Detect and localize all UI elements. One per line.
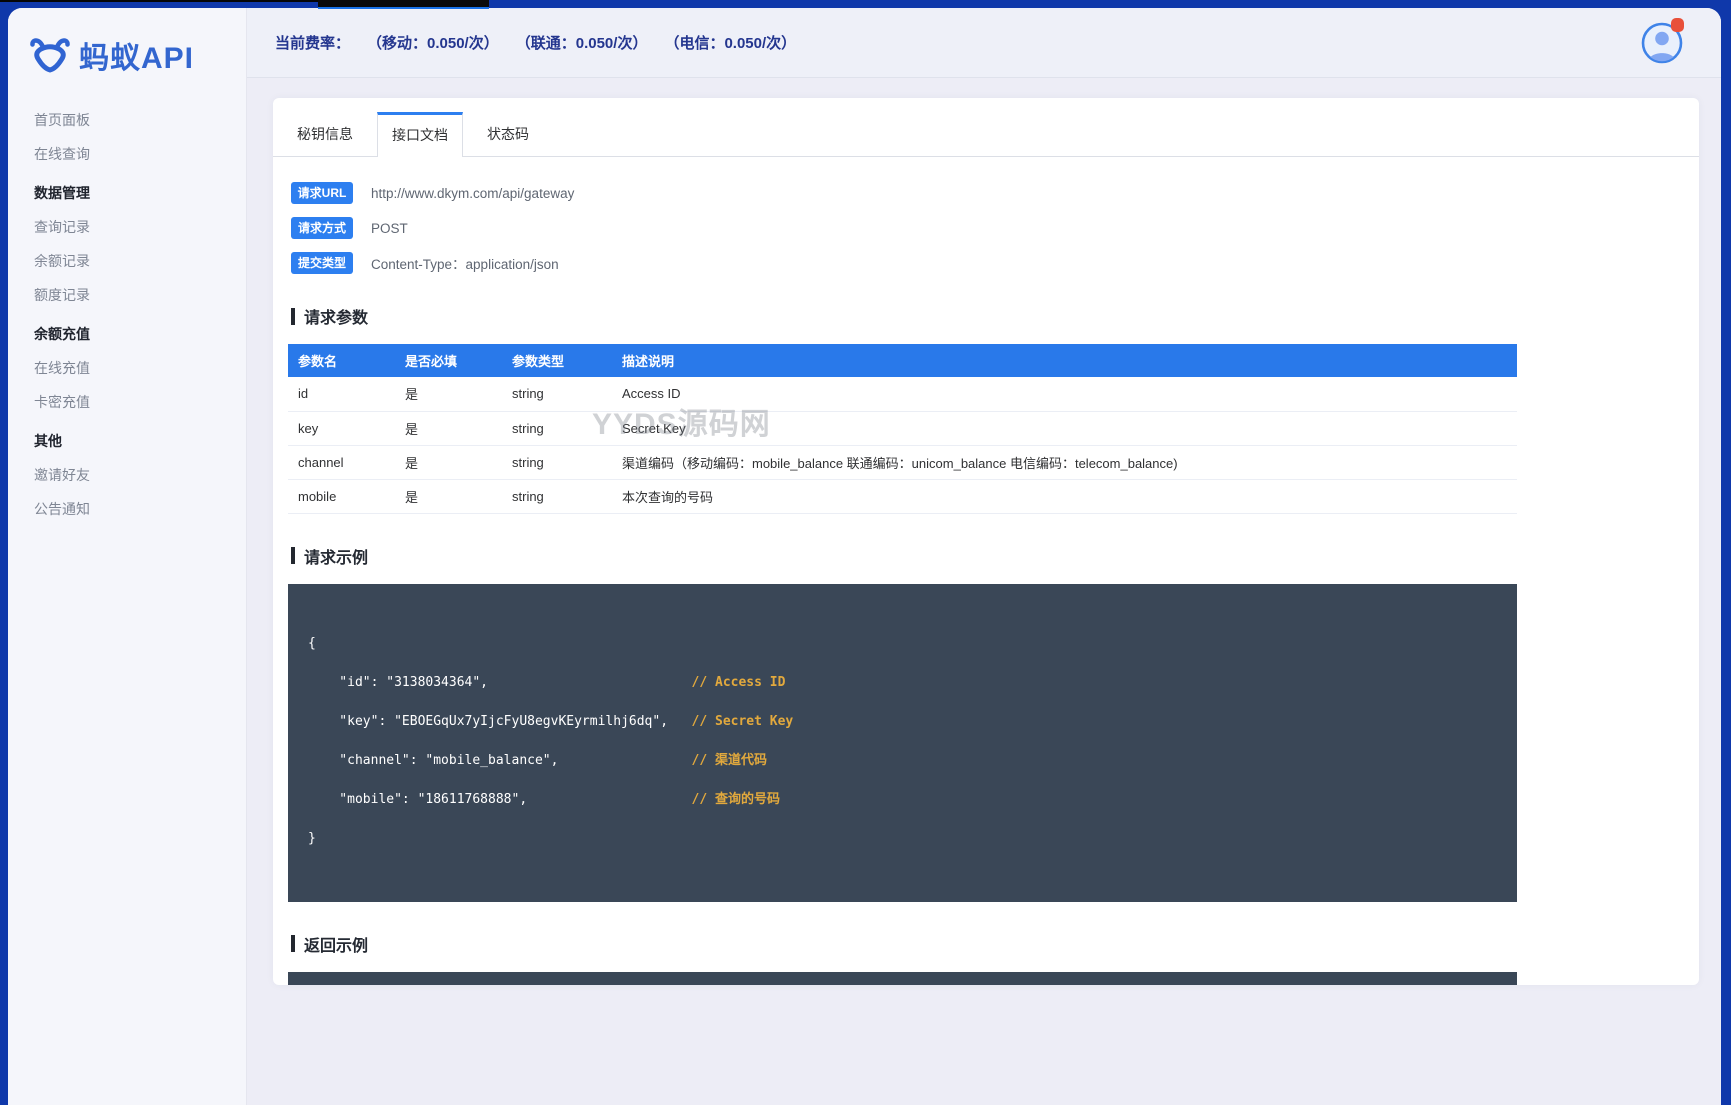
sidebar-item-announcements[interactable]: 公告通知 [8,492,246,526]
cell-description: Access ID [612,377,1517,412]
rate-telecom: （电信：0.050/次） [664,35,797,52]
tab-secret-info[interactable]: 秘钥信息 [273,112,377,157]
request-params-title-text: 请求参数 [304,310,369,327]
cell-required: 是 [395,479,502,514]
table-row: channel 是 string 渠道编码（移动编码：mobile_balanc… [288,445,1517,480]
response-example-title-text: 返回示例 [304,937,369,955]
sidebar-item-card-recharge[interactable]: 卡密充值 [8,385,246,419]
sidebar-nav: 首页面板 在线查询 数据管理 查询记录 余额记录 额度记录 余额充值 在线充值 … [8,103,246,526]
params-table: 参数名 是否必填 参数类型 描述说明 id 是 string Access ID… [288,344,1517,514]
cell-param-name: id [288,377,395,412]
request-url-row: 请求URL http://www.dkym.com/api/gateway [291,182,1679,204]
request-params-title: 请求参数 [291,304,1679,328]
request-example-title: 请求示例 [291,544,1679,568]
app-logo[interactable]: 蚂蚁API [8,8,246,103]
api-doc-panel: 请求URL http://www.dkym.com/api/gateway 请求… [273,157,1699,985]
cell-description: 本次查询的号码 [612,479,1517,514]
cell-param-type: string [502,411,612,446]
app-panel: 蚂蚁API 首页面板 在线查询 数据管理 查询记录 余额记录 额度记录 余额充值… [8,8,1721,1105]
topbar: 当前费率： （移动：0.050/次） （联通：0.050/次） （电信：0.05… [247,8,1721,78]
cell-required: 是 [395,377,502,412]
col-param-type: 参数类型 [502,344,612,377]
tab-bar: 秘钥信息 接口文档 状态码 [273,98,1699,157]
request-method-value: POST [371,220,408,236]
current-rates: 当前费率： （移动：0.050/次） （联通：0.050/次） （电信：0.05… [275,32,796,53]
app-title: 蚂蚁API [79,42,195,75]
notification-dot-icon [1671,17,1684,32]
ant-icon [30,36,70,74]
table-row: mobile 是 string 本次查询的号码 [288,479,1517,514]
cell-param-name: key [288,411,395,446]
screenshot-artifact-tab [318,0,489,7]
col-required: 是否必填 [395,344,502,377]
request-method-tag: 请求方式 [291,217,353,239]
content-area: 秘钥信息 接口文档 状态码 请求URL http://www.dkym.com/… [247,78,1721,1105]
request-url-tag: 请求URL [291,182,353,204]
tab-api-doc[interactable]: 接口文档 [377,112,463,157]
cell-required: 是 [395,411,502,446]
rate-mobile: （移动：0.050/次） [367,35,499,52]
section-bar-icon [291,547,295,564]
rate-unicom: （联通：0.050/次） [515,35,648,52]
sidebar-item-online-query[interactable]: 在线查询 [8,137,246,171]
cell-param-name: mobile [288,479,395,514]
content-type-row: 提交类型 Content-Type：application/json [291,252,1679,274]
table-row: id 是 string Access ID [288,377,1517,412]
tab-status-codes[interactable]: 状态码 [463,112,553,157]
params-table-header: 参数名 是否必填 参数类型 描述说明 [288,344,1517,377]
sidebar-item-invite-friends[interactable]: 邀请好友 [8,458,246,492]
request-example-code: { "id": "3138034364", // Access ID "key"… [288,583,1517,902]
request-method-row: 请求方式 POST [291,217,1679,239]
request-url-value: http://www.dkym.com/api/gateway [371,185,575,201]
cell-param-type: string [502,377,612,412]
col-description: 描述说明 [612,344,1517,377]
doc-card: 秘钥信息 接口文档 状态码 请求URL http://www.dkym.com/… [273,98,1699,985]
cell-description: Secret Key [612,411,1517,446]
response-example-code: { "code": 200, "status": "success", "mes… [288,971,1517,985]
cell-param-type: string [502,479,612,514]
user-avatar[interactable] [1641,17,1684,64]
col-param-name: 参数名 [288,344,395,377]
sidebar: 蚂蚁API 首页面板 在线查询 数据管理 查询记录 余额记录 额度记录 余额充值… [8,8,247,1105]
cell-param-type: string [502,445,612,480]
sidebar-item-quota-records[interactable]: 额度记录 [8,278,246,312]
main-area: 当前费率： （移动：0.050/次） （联通：0.050/次） （电信：0.05… [247,8,1721,1105]
sidebar-item-query-records[interactable]: 查询记录 [8,210,246,244]
sidebar-item-online-recharge[interactable]: 在线充值 [8,351,246,385]
rate-label: 当前费率： [275,35,351,52]
sidebar-section-data-mgmt: 数据管理 [34,185,90,201]
table-row: key 是 string Secret Key [288,411,1517,446]
screenshot-artifact-tab-underline [318,7,489,9]
cell-description: 渠道编码（移动编码：mobile_balance 联通编码：unicom_bal… [612,445,1517,480]
content-type-tag: 提交类型 [291,252,353,274]
cell-param-name: channel [288,445,395,480]
request-example-title-text: 请求示例 [304,549,369,567]
section-bar-icon [291,307,295,325]
sidebar-section-other: 其他 [34,433,62,449]
sidebar-item-home[interactable]: 首页面板 [8,103,246,137]
sidebar-section-recharge: 余额充值 [34,326,90,342]
cell-required: 是 [395,445,502,480]
response-example-title: 返回示例 [291,932,1679,956]
section-bar-icon [291,935,295,952]
sidebar-item-balance-records[interactable]: 余额记录 [8,244,246,278]
content-type-value: Content-Type：application/json [371,257,559,272]
